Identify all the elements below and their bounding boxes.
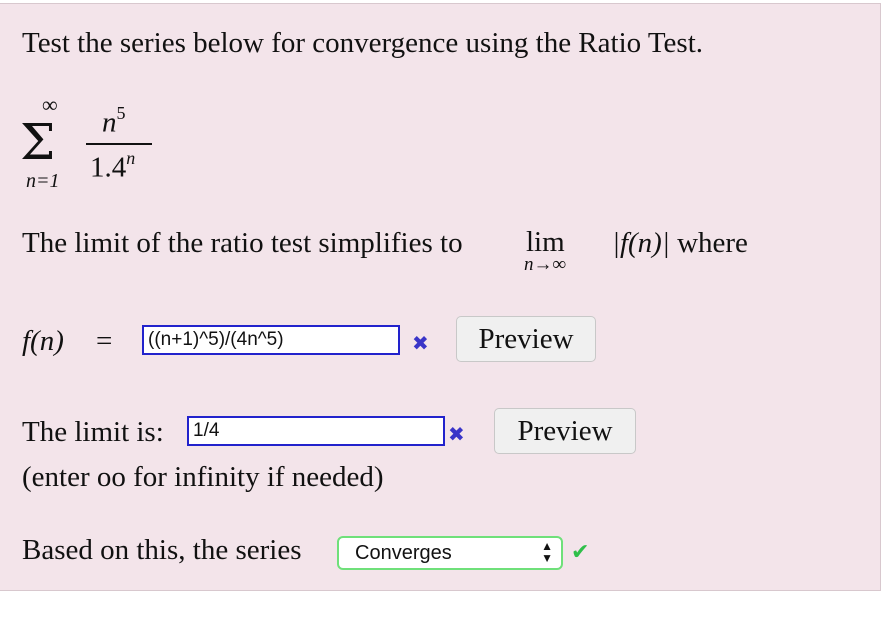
convergence-select[interactable]: Converges ▲ ▼	[337, 536, 563, 570]
limit-sentence-tail: where	[677, 227, 748, 259]
checkmark-icon: ✔	[571, 540, 590, 565]
fraction-denominator: 1.4n	[90, 148, 136, 185]
equals-sign: =	[96, 325, 113, 357]
fraction-numerator: n5	[102, 103, 126, 140]
limit-expression: |f(n)| where	[612, 226, 748, 260]
question-prompt: Test the series below for convergence us…	[22, 27, 704, 59]
x-mark-icon: ✖	[448, 422, 465, 446]
series-conclusion-label: Based on this, the series	[22, 534, 302, 566]
limit-answer-input[interactable]: 1/4	[187, 416, 445, 446]
summation-symbol: Σ	[20, 113, 56, 171]
select-value: Converges	[355, 542, 452, 564]
x-mark-icon: ✖	[412, 331, 429, 355]
limit-preview-button[interactable]: Preview	[494, 408, 636, 454]
fn-preview-button[interactable]: Preview	[456, 316, 596, 362]
numerator-base: n	[102, 106, 117, 139]
limit-label: The limit is:	[22, 416, 164, 448]
denominator-base: 1.4	[90, 151, 127, 184]
limit-sentence-lead: The limit of the ratio test simplifies t…	[22, 227, 463, 259]
numerator-exponent: 5	[116, 103, 126, 123]
infinity-hint: (enter oo for infinity if needed)	[22, 461, 384, 493]
select-arrows-icon: ▲ ▼	[541, 539, 553, 565]
fn-label: f(n)	[22, 325, 64, 357]
limit-subscript: n→∞	[524, 254, 567, 275]
fn-answer-input[interactable]: ((n+1)^5)/(4n^5)	[142, 325, 400, 355]
fraction-bar	[86, 143, 152, 145]
sum-lower-limit: n=1	[26, 170, 60, 192]
question-panel	[0, 3, 881, 591]
abs-f-of-n: |f(n)|	[612, 227, 670, 259]
denominator-exponent: n	[126, 148, 136, 168]
